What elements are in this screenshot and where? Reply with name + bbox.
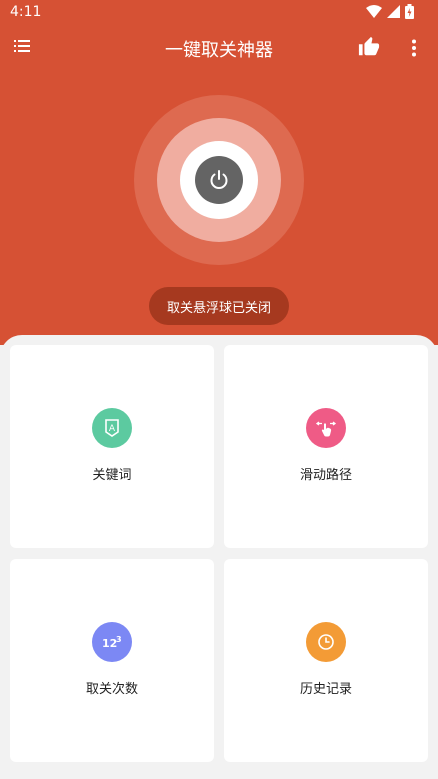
list-menu-icon	[14, 40, 30, 52]
more-vertical-icon	[412, 39, 416, 57]
battery-icon	[405, 4, 414, 19]
like-button[interactable]	[358, 36, 382, 60]
card-label-history: 历史记录	[299, 682, 352, 697]
card-label-keyword: 关键词	[92, 468, 132, 483]
card-history[interactable]: 历史记录	[224, 559, 428, 762]
power-toggle-button[interactable]	[195, 156, 243, 204]
svg-text:A: A	[109, 424, 116, 434]
floating-ball-status[interactable]: 取关悬浮球已关闭	[149, 287, 289, 325]
clock-icon	[318, 634, 334, 650]
status-bar: 4:11	[0, 0, 438, 26]
card-label-unfollow-count: 取关次数	[85, 682, 138, 697]
toolbar: 一键取关神器	[0, 30, 438, 66]
card-label-swipe-path: 滑动路径	[299, 468, 352, 483]
status-icons	[366, 4, 414, 19]
count-123-icon: 12 3	[102, 635, 122, 650]
history-icon-badge	[306, 622, 346, 662]
keyword-a-icon: A	[105, 419, 119, 437]
thumbs-up-icon	[358, 36, 380, 56]
card-swipe-path[interactable]: 滑动路径	[224, 345, 428, 548]
power-icon	[210, 170, 228, 189]
card-unfollow-count[interactable]: 12 3 取关次数	[10, 559, 214, 762]
swipe-hand-icon	[316, 421, 336, 437]
signal-icon	[387, 5, 400, 18]
keyword-icon-badge: A	[92, 408, 132, 448]
menu-button[interactable]	[14, 38, 36, 58]
status-time: 4:11	[10, 4, 42, 20]
svg-text:3: 3	[116, 635, 122, 644]
card-keyword[interactable]: A 关键词	[10, 345, 214, 548]
wifi-icon	[366, 5, 382, 18]
count-icon-badge: 12 3	[92, 622, 132, 662]
swipe-icon-badge	[306, 408, 346, 448]
more-options-button[interactable]	[406, 36, 422, 60]
